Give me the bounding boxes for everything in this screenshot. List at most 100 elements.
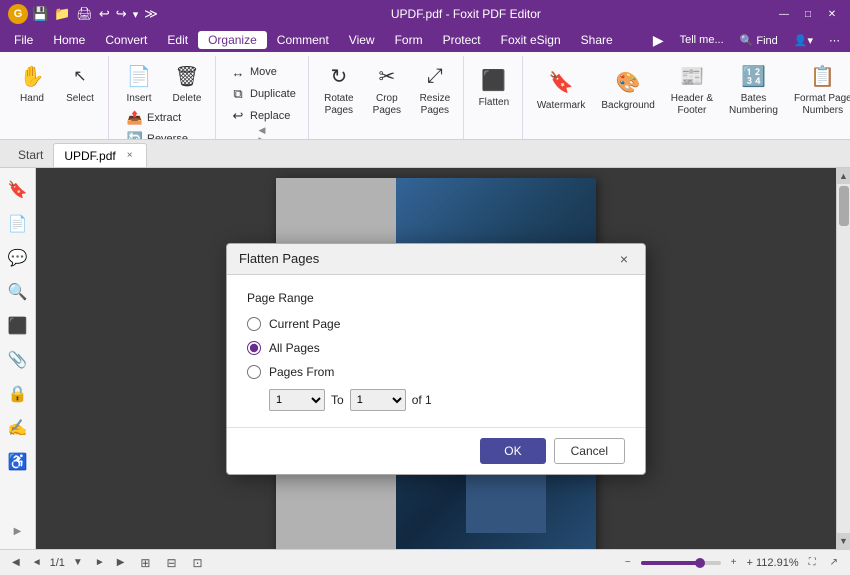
rotate-button[interactable]: ↻ RotatePages	[317, 58, 361, 121]
format-page-button[interactable]: 📋 Format PageNumbers	[788, 58, 850, 121]
search-icon-menu[interactable]: 🔍 Find	[734, 32, 784, 49]
document-tab[interactable]: UPDF.pdf ×	[53, 143, 146, 167]
page-nav-arrows: ◀▶	[258, 126, 268, 140]
tab-close-button[interactable]: ×	[124, 149, 136, 162]
from-page-select[interactable]: 1	[269, 389, 325, 411]
maximize-button[interactable]: □	[798, 6, 818, 22]
page-dropdown-button[interactable]: ▼	[69, 556, 87, 569]
vertical-scrollbar[interactable]: ▲ ▼	[836, 168, 850, 549]
insert-delete-row: 📄 Insert 🗑 Delete	[117, 58, 209, 108]
tab-arrow-icon[interactable]: ▶	[647, 30, 670, 51]
fit-page-button[interactable]: ⛶	[805, 556, 820, 569]
redo-icon[interactable]: ↪	[116, 6, 127, 22]
sidebar-search-icon[interactable]: 🔍	[4, 278, 32, 306]
scroll-thumb[interactable]	[839, 186, 849, 226]
scroll-up-button[interactable]: ▲	[837, 168, 850, 184]
watermark-row: 🔖 Watermark 🎨 Background 📰 Header &Foote…	[531, 58, 850, 121]
delete-button[interactable]: 🗑 Delete	[165, 58, 209, 108]
all-pages-option[interactable]: All Pages	[247, 341, 625, 355]
more-menu[interactable]: ⋯	[823, 32, 846, 49]
share-button[interactable]: ↗	[826, 556, 842, 569]
all-pages-radio[interactable]	[247, 341, 261, 355]
start-tab[interactable]: Start	[8, 143, 53, 167]
scroll-track[interactable]	[837, 184, 850, 533]
ok-button[interactable]: OK	[480, 438, 545, 464]
view-double-icon[interactable]: ⊟	[162, 554, 180, 572]
tell-me-input[interactable]: Tell me...	[674, 32, 730, 48]
rotate-crop-row: ↻ RotatePages ✂ CropPages ⤢ ResizePages	[317, 58, 457, 121]
view-single-icon[interactable]: ⊞	[136, 554, 154, 572]
extract-button[interactable]: 📤 Extract	[121, 108, 205, 128]
menu-file[interactable]: File	[4, 31, 43, 49]
pages-from-option[interactable]: Pages From	[247, 365, 625, 379]
reverse-button[interactable]: 🔄 Reverse	[121, 129, 205, 140]
sidebar-layers-icon[interactable]: ⬛	[4, 312, 32, 340]
sidebar-bookmark-icon[interactable]: 🔖	[4, 176, 32, 204]
bates-button[interactable]: 🔢 BatesNumbering	[723, 58, 784, 121]
sidebar-expand-button[interactable]: ▶	[10, 522, 26, 541]
cancel-button[interactable]: Cancel	[554, 438, 625, 464]
crop-button[interactable]: ✂ CropPages	[365, 58, 409, 121]
minimize-button[interactable]: —	[774, 6, 794, 22]
format-page-icon: 📋	[809, 62, 837, 90]
watermark-icon: 🔖	[547, 69, 575, 97]
duplicate-label: Duplicate	[250, 88, 296, 100]
undo-icon[interactable]: ↩	[99, 6, 110, 22]
current-page-option[interactable]: Current Page	[247, 317, 625, 331]
zoom-slider[interactable]	[641, 561, 721, 565]
sidebar-comment-icon[interactable]: 💬	[4, 244, 32, 272]
sidebar-sign-icon[interactable]: ✍	[4, 414, 32, 442]
hand-button[interactable]: ✋ Hand	[10, 58, 54, 108]
close-button[interactable]: ✕	[822, 6, 842, 22]
sidebar-pages-icon[interactable]: 📄	[4, 210, 32, 238]
prev-page-button[interactable]: ◄	[28, 556, 46, 569]
save-icon[interactable]: 💾	[32, 6, 48, 22]
replace-button[interactable]: ↩ Replace	[224, 106, 302, 126]
menu-foxit-esign[interactable]: Foxit eSign	[491, 31, 571, 49]
to-page-select[interactable]: 1	[350, 389, 406, 411]
sidebar-accessibility-icon[interactable]: ♿	[4, 448, 32, 476]
menu-form[interactable]: Form	[385, 31, 433, 49]
first-page-button[interactable]: ◀	[8, 556, 24, 569]
next-page-button[interactable]: ►	[91, 556, 109, 569]
select-button[interactable]: ↖ Select	[58, 58, 102, 108]
pages-from-radio[interactable]	[247, 365, 261, 379]
move-button[interactable]: ↔ Move	[224, 62, 302, 82]
watermark-label: Watermark	[537, 100, 586, 111]
watermark-button[interactable]: 🔖 Watermark	[531, 65, 592, 115]
main-content: 🔖 📄 💬 🔍 ⬛ 📎 🔒 ✍ ♿ ▶ UPDF is the Best AI …	[0, 168, 850, 549]
more-options[interactable]: ≫	[144, 6, 158, 22]
resize-button[interactable]: ⤢ ResizePages	[413, 58, 457, 121]
zoom-out-button[interactable]: −	[621, 556, 635, 569]
dialog-close-button[interactable]: ×	[615, 250, 633, 268]
header-footer-button[interactable]: 📰 Header &Footer	[665, 58, 719, 121]
current-page-radio[interactable]	[247, 317, 261, 331]
menu-share[interactable]: Share	[571, 31, 623, 49]
status-bar: ◀ ◄ 1/1 ▼ ► ▶ ⊞ ⊟ ⊡ − + + 112.91% ⛶ ↗	[0, 549, 850, 575]
user-account[interactable]: 👤▾	[788, 32, 819, 49]
menu-comment[interactable]: Comment	[267, 31, 339, 49]
scroll-down-button[interactable]: ▼	[837, 533, 850, 549]
background-button[interactable]: 🎨 Background	[595, 65, 660, 115]
menu-edit[interactable]: Edit	[157, 31, 198, 49]
page-range-label: Page Range	[247, 291, 625, 305]
move-icon: ↔	[230, 64, 246, 80]
menu-view[interactable]: View	[339, 31, 385, 49]
settings-dropdown[interactable]: ▾	[133, 8, 139, 21]
view-continuous-icon[interactable]: ⊡	[189, 554, 207, 572]
sidebar-lock-icon[interactable]: 🔒	[4, 380, 32, 408]
menu-organize[interactable]: Organize	[198, 31, 267, 49]
zoom-in-button[interactable]: +	[727, 556, 741, 569]
menu-protect[interactable]: Protect	[433, 31, 491, 49]
insert-label: Insert	[126, 93, 151, 104]
duplicate-button[interactable]: ⧉ Duplicate	[224, 84, 302, 104]
flatten-button[interactable]: ⬛ Flatten	[472, 62, 516, 112]
menu-convert[interactable]: Convert	[95, 31, 157, 49]
menu-home[interactable]: Home	[43, 31, 95, 49]
insert-button[interactable]: 📄 Insert	[117, 58, 161, 108]
print-icon[interactable]: 🖨	[76, 6, 93, 22]
last-page-button[interactable]: ▶	[113, 556, 129, 569]
open-icon[interactable]: 📁	[54, 6, 70, 22]
sidebar-attach-icon[interactable]: 📎	[4, 346, 32, 374]
dialog-footer: OK Cancel	[227, 427, 645, 474]
